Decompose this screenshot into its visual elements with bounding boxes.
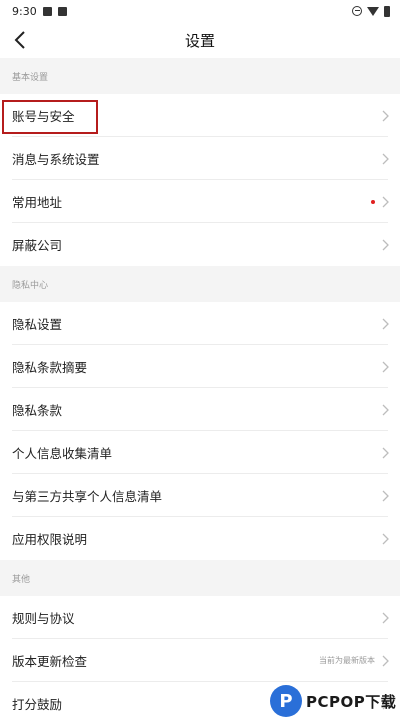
section-header: 基本设置: [0, 58, 400, 94]
chevron-left-icon: [14, 31, 25, 49]
section-header: 隐私中心: [0, 266, 400, 302]
settings-row-right: [381, 490, 389, 502]
watermark-logo: P: [270, 685, 302, 717]
settings-row[interactable]: 账号与安全: [0, 94, 400, 137]
settings-row-label: 隐私条款摘要: [12, 360, 88, 375]
settings-row-label: 账号与安全: [12, 109, 75, 124]
settings-row-right: [381, 361, 389, 373]
watermark-text: PCPOP下载: [306, 692, 397, 711]
settings-row[interactable]: 规则与协议: [0, 596, 400, 639]
chevron-right-icon: [382, 447, 389, 458]
settings-row-label: 版本更新检查: [12, 654, 88, 669]
chevron-right-icon: [382, 533, 389, 544]
red-dot-badge: [371, 199, 375, 204]
settings-row[interactable]: 个人信息收集清单: [0, 431, 400, 474]
settings-row-right: [371, 196, 389, 208]
status-right: [352, 5, 390, 17]
settings-row-right: [381, 153, 389, 165]
settings-row[interactable]: 与第三方共享个人信息清单: [0, 474, 400, 517]
settings-row-label: 打分鼓励: [12, 697, 63, 712]
settings-row-label: 应用权限说明: [12, 532, 88, 547]
settings-row-label: 隐私设置: [12, 317, 63, 332]
settings-row-label: 常用地址: [12, 195, 63, 210]
dnd-icon: [352, 6, 362, 16]
chevron-right-icon: [382, 655, 389, 666]
chevron-right-icon: [382, 361, 389, 372]
settings-row[interactable]: 常用地址: [0, 180, 400, 223]
battery-icon: [384, 5, 390, 17]
settings-row[interactable]: 隐私条款摘要: [0, 345, 400, 388]
chevron-right-icon: [382, 404, 389, 415]
settings-list: 基本设置账号与安全消息与系统设置 常用地址屏蔽公司隐私中心隐私设置隐私条款摘要 隐私…: [0, 58, 400, 720]
settings-row[interactable]: 版本更新检查 当前为最新版本: [0, 639, 400, 682]
settings-row-value: 当前为最新版本: [319, 656, 375, 665]
settings-row[interactable]: 隐私设置: [0, 302, 400, 345]
status-time: 9:30: [12, 4, 37, 18]
chevron-right-icon: [382, 196, 389, 207]
notification-icon: [57, 6, 67, 16]
settings-row-right: [381, 533, 389, 545]
settings-row-right: [381, 110, 389, 122]
settings-row-right: [381, 404, 389, 416]
settings-row-label: 与第三方共享个人信息清单: [12, 489, 163, 504]
settings-row-label: 个人信息收集清单: [12, 446, 113, 461]
chevron-right-icon: [382, 153, 389, 164]
status-bar: 9:30: [0, 0, 400, 22]
section-header: 其他: [0, 560, 400, 596]
settings-row[interactable]: 消息与系统设置: [0, 137, 400, 180]
page-title: 设置: [184, 31, 215, 50]
settings-row[interactable]: 应用权限说明: [0, 517, 400, 560]
chevron-right-icon: [382, 318, 389, 329]
photo-icon: [42, 6, 52, 16]
settings-row-right: [381, 612, 389, 624]
watermark: P PCPOP下载: [270, 682, 400, 720]
settings-row-right: [381, 318, 389, 330]
chevron-right-icon: [382, 239, 389, 250]
back-button[interactable]: [6, 26, 34, 54]
settings-row-right: 当前为最新版本: [319, 655, 389, 667]
settings-row-label: 消息与系统设置: [12, 152, 100, 167]
settings-row-right: [381, 447, 389, 459]
settings-row-right: [381, 239, 389, 251]
chevron-right-icon: [382, 110, 389, 121]
chevron-right-icon: [382, 490, 389, 501]
settings-row-label: 规则与协议: [12, 611, 75, 626]
settings-row[interactable]: 隐私条款: [0, 388, 400, 431]
wifi-icon: [367, 6, 379, 16]
settings-row[interactable]: 屏蔽公司: [0, 223, 400, 266]
status-left: 9:30: [12, 5, 67, 18]
settings-row-label: 隐私条款: [12, 403, 63, 418]
settings-row-label: 屏蔽公司: [12, 238, 63, 253]
nav-bar: 设置: [0, 22, 400, 58]
chevron-right-icon: [382, 612, 389, 623]
